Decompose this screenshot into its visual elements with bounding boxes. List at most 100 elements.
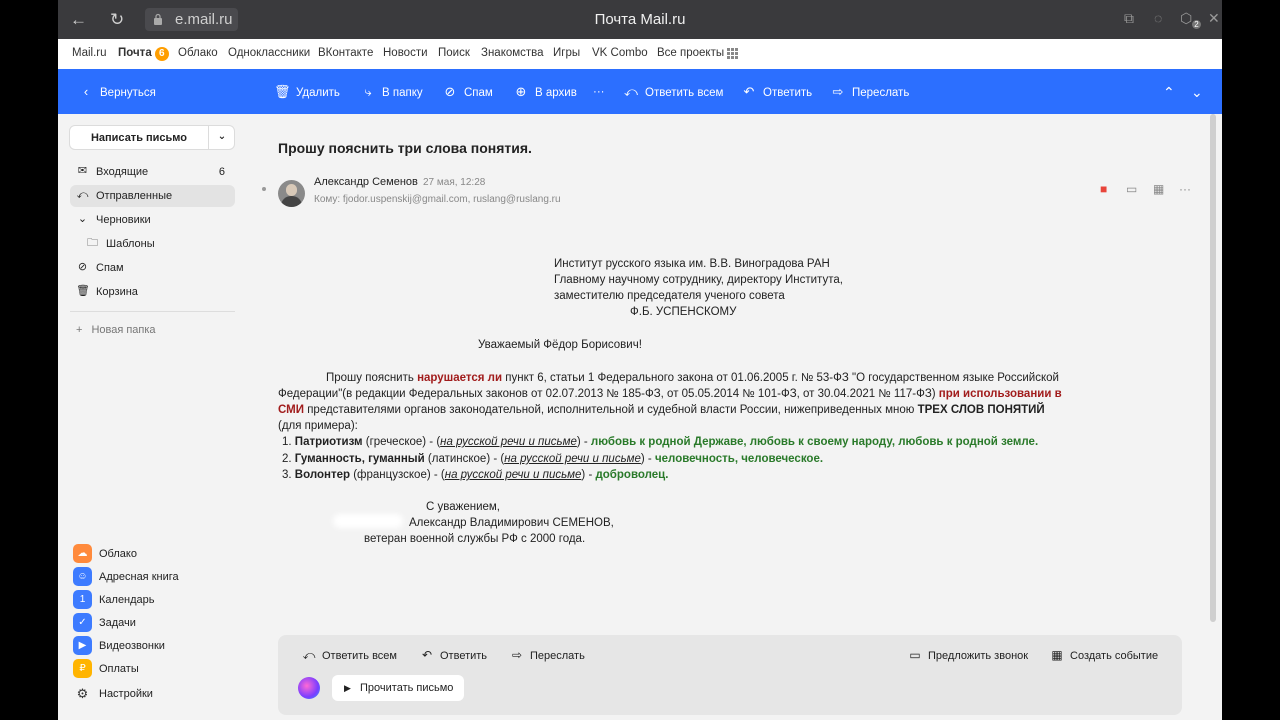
read-letter-button[interactable]: ▶ Прочитать письмо: [332, 675, 464, 701]
archive-button[interactable]: ⊕ В архив: [513, 83, 577, 101]
assistant-icon[interactable]: [298, 677, 320, 699]
portal-link-mail[interactable]: Почта 6: [118, 47, 169, 61]
message-date: 27 мая, 12:28: [423, 177, 486, 188]
back-button[interactable]: ‹ Вернуться: [78, 83, 156, 101]
right-black-bar: [1222, 0, 1280, 720]
compose-label: Написать письмо: [90, 132, 188, 144]
folder-templates[interactable]: 🗀 Шаблоны: [80, 233, 235, 255]
app-calendar[interactable]: 1 Календарь: [73, 590, 248, 610]
more-icon[interactable]: ···: [1179, 182, 1191, 196]
calendar-icon[interactable]: ▦: [1153, 182, 1164, 196]
portal-link-mailru[interactable]: Mail.ru: [72, 47, 107, 59]
folder-inbox[interactable]: ✉ Входящие 6: [70, 161, 235, 183]
chevron-left-icon: ‹: [83, 84, 89, 99]
gear-icon: ⚙: [76, 686, 89, 701]
reply-all-icon: ⤺: [624, 84, 638, 99]
folder-icon: 🗀: [87, 237, 98, 249]
list-item: 3. Волонтер (французское) - (на русской …: [282, 469, 669, 481]
bookmark-icon[interactable]: ■: [1100, 182, 1107, 196]
cloud-icon: ☁: [73, 544, 92, 563]
chevron-down-icon[interactable]: ⌄: [76, 213, 89, 226]
reply-button[interactable]: ↶ Ответить: [420, 648, 487, 662]
paragraph-line-1: Прошу пояснить нарушается ли пункт 6, ст…: [326, 372, 1059, 384]
forward-button[interactable]: ⇨ Переслать: [510, 648, 585, 662]
contacts-icon: ☺: [73, 567, 92, 586]
more-button[interactable]: ···: [593, 83, 605, 101]
plus-icon: +: [76, 324, 83, 336]
sent-icon: ⤺: [76, 189, 89, 201]
inbox-icon: ✉: [77, 165, 88, 177]
video-call-icon[interactable]: ▭: [1126, 182, 1137, 196]
tasks-icon: ✓: [73, 613, 92, 632]
reply-icon: ↶: [421, 648, 433, 662]
portal-link-news[interactable]: Новости: [383, 47, 428, 59]
portal-link-search[interactable]: Поиск: [438, 47, 470, 59]
browser-window: ← ↻ e.mail.ru Почта Mail.ru ⧉ ◌ ⬡ 2 ✕ Mai…: [58, 0, 1222, 720]
sender-name[interactable]: Александр Семенов: [314, 176, 418, 188]
ruble-icon: ₽: [73, 659, 92, 678]
reply-all-icon: ⤺: [302, 648, 316, 662]
propose-call-button[interactable]: ▭ Предложить звонок: [908, 648, 1028, 662]
delete-button[interactable]: 🗑︎ Удалить: [274, 83, 340, 101]
portal-link-dating[interactable]: Знакомства: [481, 47, 544, 59]
new-folder-button[interactable]: + Новая папка: [76, 324, 156, 336]
chevron-down-icon[interactable]: ⌄: [209, 131, 235, 142]
folder-trash[interactable]: 🗑︎ Корзина: [70, 281, 235, 303]
unread-dot[interactable]: [262, 187, 266, 191]
app-cloud[interactable]: ☁ Облако: [73, 544, 248, 564]
paragraph-line-4: (для примера):: [278, 420, 358, 432]
folder-move-icon: ⤷: [364, 84, 372, 99]
spam-icon: ⊘: [77, 261, 88, 273]
extensions-icon[interactable]: ⬡ 2: [1180, 10, 1201, 29]
folder-spam[interactable]: ⊘ Спам: [70, 257, 235, 279]
app-tasks[interactable]: ✓ Задачи: [73, 613, 248, 633]
app-videocalls[interactable]: ▶ Видеозвонки: [73, 636, 248, 656]
list-item: 1. Патриотизм (греческое) - (на русской …: [282, 436, 1039, 448]
compose-button[interactable]: Написать письмо ⌄: [69, 125, 235, 150]
redacted-blur: [333, 514, 403, 528]
archive-icon: ⊕: [515, 84, 527, 99]
copy-icon[interactable]: ⧉: [1124, 10, 1134, 27]
video-call-icon: ▭: [909, 648, 921, 662]
addressee-line-4: Ф.Б. УСПЕНСКОМУ: [630, 306, 737, 318]
spam-button[interactable]: ⊘ Спам: [442, 83, 493, 101]
chat-icon[interactable]: ◌: [1154, 10, 1162, 26]
prev-message-icon[interactable]: ⌃: [1163, 83, 1175, 101]
reply-all-button[interactable]: ⤺ Ответить всем: [623, 83, 723, 101]
addressee-line-2: Главному научному сотруднику, директору …: [554, 274, 843, 286]
reply-all-button[interactable]: ⤺ Ответить всем: [302, 648, 397, 663]
portal-link-all[interactable]: Все проекты: [657, 47, 724, 59]
recipients[interactable]: Кому: fjodor.uspenskij@gmail.com, ruslan…: [314, 194, 561, 205]
folder-sent[interactable]: ⤺ Отправленные: [70, 185, 235, 207]
list-item: 2. Гуманность, гуманный (латинское) - (н…: [282, 453, 824, 465]
avatar[interactable]: [278, 180, 305, 207]
portal-menu: Mail.ru Почта 6 Облако Одноклассники ВКон…: [58, 39, 1222, 69]
create-event-button[interactable]: ▦ Создать событие: [1050, 648, 1158, 662]
scrollbar[interactable]: [1210, 114, 1216, 622]
portal-link-vkcombo[interactable]: VK Combo: [592, 47, 648, 59]
grid-icon[interactable]: [727, 48, 739, 60]
addressee-line-1: Институт русского языка им. В.В. Виногра…: [554, 258, 830, 270]
portal-link-cloud[interactable]: Облако: [178, 47, 218, 59]
divider: [70, 311, 235, 312]
addressee-line-3: заместителю председателя ученого совета: [554, 290, 785, 302]
forward-button[interactable]: ⇨ Переслать: [830, 83, 910, 101]
signature-line-2: Александр Владимирович СЕМЕНОВ,: [409, 517, 614, 529]
portal-link-vk[interactable]: ВКонтакте: [318, 47, 373, 59]
next-message-icon[interactable]: ⌄: [1191, 83, 1203, 101]
move-to-folder-button[interactable]: ⤷ В папку: [360, 83, 422, 101]
app-contacts[interactable]: ☺ Адресная книга: [73, 567, 248, 587]
reply-button[interactable]: ↶ Ответить: [741, 83, 813, 101]
trash-icon: 🗑︎: [274, 84, 291, 99]
calendar-icon: ▦: [1051, 648, 1063, 662]
signature-line-1: С уважением,: [426, 501, 500, 513]
ext-badge: 2: [1192, 19, 1201, 29]
portal-link-ok[interactable]: Одноклассники: [228, 47, 310, 59]
forward-icon: ⇨: [832, 84, 844, 99]
app-settings[interactable]: ⚙ Настройки: [73, 684, 248, 704]
close-icon[interactable]: ✕: [1208, 10, 1220, 27]
reply-icon: ↶: [743, 84, 755, 99]
portal-link-games[interactable]: Игры: [553, 47, 580, 59]
app-payments[interactable]: ₽ Оплаты: [73, 659, 248, 679]
folder-drafts[interactable]: ⌄ Черновики: [70, 209, 235, 231]
